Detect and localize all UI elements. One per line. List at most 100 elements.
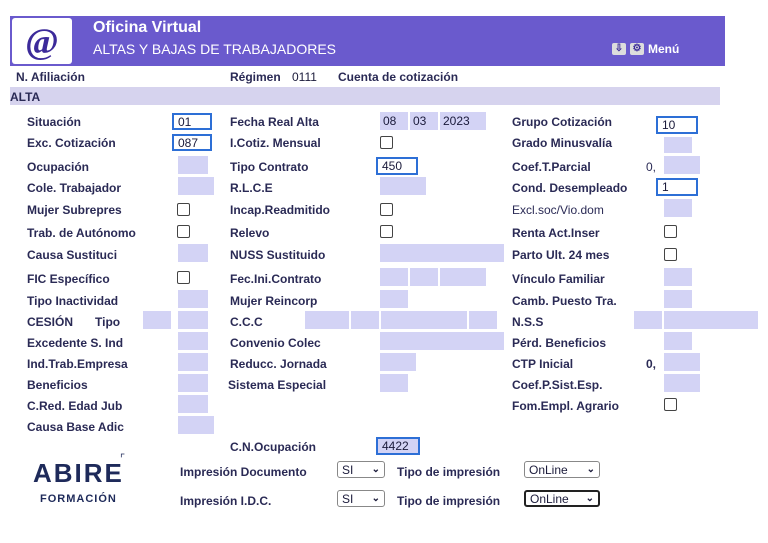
perd-benef-label: Pérd. Beneficios (512, 336, 607, 350)
tipo-impresion-label-1: Tipo de impresión (397, 465, 501, 479)
fic-checkbox[interactable] (177, 271, 190, 284)
ccc-field-1[interactable] (305, 311, 349, 329)
icotiz-checkbox[interactable] (380, 136, 393, 149)
ccc-field-2[interactable] (351, 311, 379, 329)
cesion-field[interactable] (178, 311, 208, 329)
chevron-down-icon: ⌄ (371, 493, 380, 504)
mujer-reincorp-field[interactable] (380, 290, 408, 308)
nss-label: N.S.S (512, 315, 544, 329)
situacion-label: Situación (27, 115, 82, 129)
cuenta-label: Cuenta de cotización (338, 70, 459, 84)
fom-empl-label: Fom.Empl. Agrario (512, 399, 619, 413)
nss-field-1[interactable] (634, 311, 662, 329)
cred-edad-label: C.Red. Edad Jub (27, 399, 123, 413)
fecha-anio-field[interactable]: 2023 (440, 112, 486, 130)
impresion-doc-label: Impresión Documento (180, 465, 307, 479)
mujer-subrepres-label: Mujer Subrepres (27, 203, 122, 217)
fecha-dia-field[interactable]: 08 (380, 112, 408, 130)
menu-button[interactable]: ⇩ ⚙ Menú (612, 42, 679, 56)
excl-soc-label: Excl.soc/Vio.dom (512, 203, 604, 217)
impresion-idc-label: Impresión I.D.C. (180, 494, 272, 508)
fec-ini-anio-field[interactable] (440, 268, 486, 286)
grupo-label: Grupo Cotización (512, 115, 612, 129)
impresion-doc-select[interactable]: SI ⌄ (337, 461, 385, 478)
incap-checkbox[interactable] (380, 203, 393, 216)
vinculo-field[interactable] (664, 268, 692, 286)
causa-sustituci-label: Causa Sustituci (27, 248, 118, 262)
chevron-down-icon: ⌄ (585, 493, 594, 504)
parto-checkbox[interactable] (664, 248, 677, 261)
parto-label: Parto Ult. 24 mes (512, 248, 610, 262)
exc-cotizacion-field[interactable]: 087 (172, 134, 212, 151)
coef-parcial-label: Coef.T.Parcial (512, 160, 591, 174)
nuss-field[interactable] (380, 244, 504, 262)
fec-ini-dia-field[interactable] (380, 268, 408, 286)
app-title: Oficina Virtual (93, 19, 202, 36)
afiliacion-label: N. Afiliación (16, 70, 85, 84)
cred-edad-field[interactable] (178, 395, 208, 413)
coef-parcial-field[interactable] (664, 156, 700, 174)
grado-field[interactable] (664, 137, 692, 153)
beneficios-label: Beneficios (27, 378, 88, 392)
causa-sustituci-field[interactable] (178, 244, 208, 262)
nuss-label: NUSS Sustituido (230, 248, 326, 262)
causa-base-field[interactable] (178, 416, 214, 434)
trab-autonomo-label: Trab. de Autónomo (27, 226, 136, 240)
causa-base-label: Causa Base Adic (27, 420, 124, 434)
tipo-contrato-field[interactable]: 450 (376, 157, 418, 175)
nss-field-2[interactable] (664, 311, 758, 329)
rlce-field[interactable] (380, 177, 426, 195)
convenio-label: Convenio Colec (230, 336, 321, 350)
vinculo-label: Vínculo Familiar (512, 272, 605, 286)
tipo-impresion-select-1[interactable]: OnLine ⌄ (524, 461, 600, 478)
camb-puesto-field[interactable] (664, 290, 692, 308)
cond-desempleado-field[interactable]: 1 (656, 178, 698, 196)
cn-ocupacion-field[interactable]: 4422 (376, 437, 420, 455)
cole-trabajador-field[interactable] (178, 177, 214, 195)
tipo-impresion-select-2[interactable]: OnLine ⌄ (524, 490, 600, 507)
excedente-field[interactable] (178, 332, 208, 350)
fec-ini-label: Fec.Ini.Contrato (230, 272, 322, 286)
page-subtitle: ALTAS Y BAJAS DE TRABAJADORES (93, 41, 337, 57)
convenio-field[interactable] (380, 332, 504, 350)
fom-empl-checkbox[interactable] (664, 398, 677, 411)
ind-trab-field[interactable] (178, 353, 208, 371)
menu-label[interactable]: Menú (648, 42, 679, 56)
chevron-down-icon: ⌄ (586, 464, 595, 475)
mujer-subrepres-checkbox[interactable] (177, 203, 190, 216)
perd-benef-field[interactable] (664, 332, 692, 350)
ccc-field-4[interactable] (469, 311, 497, 329)
cond-desempleado-label: Cond. Desempleado (512, 181, 628, 195)
excedente-label: Excedente S. Ind (27, 336, 124, 350)
fec-ini-mes-field[interactable] (410, 268, 438, 286)
tipo-inactividad-label: Tipo Inactividad (27, 294, 119, 308)
download-icon[interactable]: ⇩ (612, 43, 626, 55)
sistema-field[interactable] (380, 374, 408, 392)
tipo-impresion-value-2: OnLine (530, 491, 569, 506)
cesion-label: CESIÓN (27, 315, 74, 329)
cole-trabajador-label: Cole. Trabajador (27, 181, 122, 195)
ind-trab-label: Ind.Trab.Empresa (27, 357, 128, 371)
situacion-field[interactable]: 01 (172, 113, 212, 130)
chevron-down-icon: ⌄ (371, 464, 380, 475)
cesion-tipo-field[interactable] (143, 311, 171, 329)
settings-icon[interactable]: ⚙ (630, 43, 644, 55)
trab-autonomo-checkbox[interactable] (177, 225, 190, 238)
reducc-field[interactable] (380, 353, 416, 371)
excl-soc-field[interactable] (664, 199, 692, 217)
ocupacion-field[interactable] (178, 156, 208, 174)
impresion-idc-select[interactable]: SI ⌄ (337, 490, 385, 507)
beneficios-field[interactable] (178, 374, 208, 392)
brand-mark-icon: ⌜ (120, 453, 126, 465)
icotiz-label: I.Cotiz. Mensual (230, 136, 321, 150)
relevo-checkbox[interactable] (380, 225, 393, 238)
fecha-mes-field[interactable]: 03 (410, 112, 438, 130)
coef-sist-label: Coef.P.Sist.Esp. (512, 378, 603, 392)
ccc-field-3[interactable] (381, 311, 467, 329)
tipo-inactividad-field[interactable] (178, 290, 208, 308)
grupo-field[interactable]: 10 (656, 116, 698, 134)
coef-sist-field[interactable] (664, 374, 700, 392)
ctp-field[interactable] (664, 353, 700, 371)
renta-checkbox[interactable] (664, 225, 677, 238)
coef-parcial-prefix: 0, (646, 160, 657, 174)
